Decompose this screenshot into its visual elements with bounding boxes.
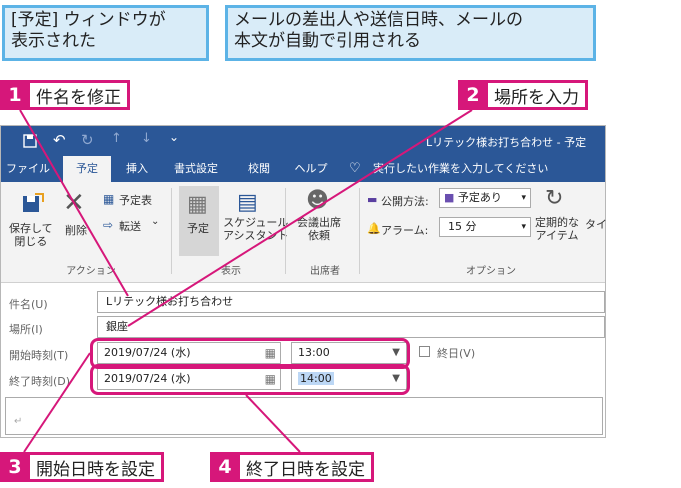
calendar-icon: ▦ [103, 192, 115, 206]
reminder-label: アラーム: [381, 224, 429, 237]
recurrence-button[interactable]: 定期的な アイテム [535, 216, 579, 242]
step-number: 4 [210, 452, 240, 482]
delete-button[interactable]: 削除 [65, 222, 87, 238]
scheduling-assistant-button[interactable]: スケジュール アシスタント [223, 216, 289, 242]
paragraph-mark: ↵ [14, 416, 23, 427]
step-number: 1 [0, 80, 30, 110]
up-arrow-icon[interactable]: ↑ [111, 131, 122, 146]
appointment-grid-icon: ▦ [187, 192, 208, 217]
scheduling-icon: ▤ [237, 190, 258, 215]
meeting-line: 会議出席 [297, 216, 341, 229]
location-label: 場所(I) [9, 323, 43, 336]
meeting-line: 依頼 [308, 229, 330, 242]
timezone-button[interactable]: タイ [585, 216, 607, 232]
invite-attendees-button[interactable]: 会議出席 依頼 [297, 216, 341, 242]
bell-icon: 🔔 [367, 222, 381, 235]
recurrence-line: 定期的な [535, 216, 579, 229]
tab-help[interactable]: ヘルプ [291, 156, 331, 182]
ribbon: 保存して 閉じる ✕ 削除 ▦ 予定表 ⇨ 転送 ⌄ アクション ▦ 予定 ▤ … [1, 182, 607, 283]
message-body[interactable]: ↵ [5, 397, 603, 435]
callout-window-shown: [予定] ウィンドウが 表示された [2, 5, 209, 61]
step-number: 3 [0, 452, 30, 482]
recurrence-icon: ↻ [545, 186, 564, 211]
show-as-select[interactable]: ■ 予定あり ▾ [439, 188, 531, 208]
save-close-icon[interactable] [21, 192, 45, 219]
location-input[interactable]: 銀座 [97, 316, 605, 338]
tab-file[interactable]: ファイル [5, 156, 51, 182]
window-title: Lリテック様お打ち合わせ - 予定 [426, 136, 587, 149]
save-close-line: 保存して [9, 222, 53, 235]
delete-icon[interactable]: ✕ [63, 190, 85, 216]
ribbon-tabs: ファイル 予定 挿入 書式設定 校閲 ヘルプ ♡ 実行したい作業を入力してくださ… [1, 156, 605, 182]
show-as-icon: ▬ [367, 193, 378, 206]
tab-review[interactable]: 校閲 [239, 156, 279, 182]
chevron-down-icon[interactable]: ⌄ [151, 216, 159, 227]
group-label-show: 表示 [221, 266, 241, 277]
separator [359, 188, 360, 274]
recurrence-line: アイテム [535, 229, 579, 242]
save-close-line: 閉じる [14, 235, 48, 248]
show-as-value: 予定あり [457, 191, 502, 204]
callout-auto-quote: メールの差出人や送信日時、メールの 本文が自動で引用される [225, 5, 596, 61]
step-2-label: 2 場所を入力 [458, 80, 588, 110]
step-4-label: 4 終了日時を設定 [210, 452, 374, 482]
tab-insert[interactable]: 挿入 [117, 156, 157, 182]
down-arrow-icon[interactable]: ↓ [141, 131, 152, 146]
appointment-view-button[interactable]: ▦ 予定 [179, 186, 219, 256]
chevron-down-icon: ▾ [521, 222, 526, 232]
lightbulb-icon: ♡ [349, 161, 361, 176]
allday-label: 終日(V) [437, 347, 476, 360]
step-text: 開始日時を設定 [30, 452, 164, 482]
reminder-value: 15 分 [448, 220, 477, 233]
appointment-view-label: 予定 [187, 222, 209, 235]
save-close-button[interactable]: 保存して 閉じる [9, 222, 53, 248]
customize-qat-icon[interactable]: ⌄ [169, 130, 179, 144]
group-label-attendees: 出席者 [310, 266, 340, 277]
subject-label: 件名(U) [9, 298, 48, 311]
scheduling-line: スケジュール [223, 216, 289, 229]
show-as-label: 公開方法: [381, 195, 429, 208]
end-time-label: 終了時刻(D) [9, 375, 71, 388]
scheduling-line: アシスタント [223, 229, 289, 242]
tab-format[interactable]: 書式設定 [165, 156, 227, 182]
undo-icon[interactable]: ↶ [53, 131, 66, 149]
group-label-options: オプション [466, 266, 516, 277]
callout-line: [予定] ウィンドウが [11, 10, 166, 30]
callout-line: メールの差出人や送信日時、メールの [234, 10, 523, 30]
forward-icon: ⇨ [103, 218, 114, 232]
chevron-down-icon: ▾ [521, 193, 526, 203]
subject-input[interactable]: Lリテック様お打ち合わせ [97, 291, 605, 313]
allday-checkbox[interactable] [419, 346, 430, 357]
title-bar: ↶ ↻ ↑ ↓ ⌄ Lリテック様お打ち合わせ - 予定 [1, 126, 605, 156]
reminder-select[interactable]: 15 分 ▾ [439, 217, 531, 237]
save-icon[interactable] [23, 133, 37, 152]
redo-icon[interactable]: ↻ [81, 131, 94, 149]
tab-appointment[interactable]: 予定 [63, 156, 111, 182]
end-time-highlight [90, 364, 410, 395]
step-text: 場所を入力 [488, 80, 588, 110]
callout-line: 本文が自動で引用される [234, 31, 421, 51]
step-1-label: 1 件名を修正 [0, 80, 130, 110]
step-number: 2 [458, 80, 488, 110]
start-time-label: 開始時刻(T) [9, 349, 69, 362]
separator [171, 188, 172, 274]
people-icon: ☻ [306, 188, 329, 213]
tell-me-search[interactable]: 実行したい作業を入力してください [373, 156, 573, 182]
separator [285, 188, 286, 274]
step-3-label: 3 開始日時を設定 [0, 452, 164, 482]
callout-line: 表示された [11, 31, 96, 51]
calendar-button[interactable]: 予定表 [119, 192, 152, 208]
group-label-action: アクション [66, 266, 116, 277]
step-text: 件名を修正 [30, 80, 130, 110]
step-text: 終了日時を設定 [240, 452, 374, 482]
forward-button[interactable]: 転送 [119, 218, 141, 234]
